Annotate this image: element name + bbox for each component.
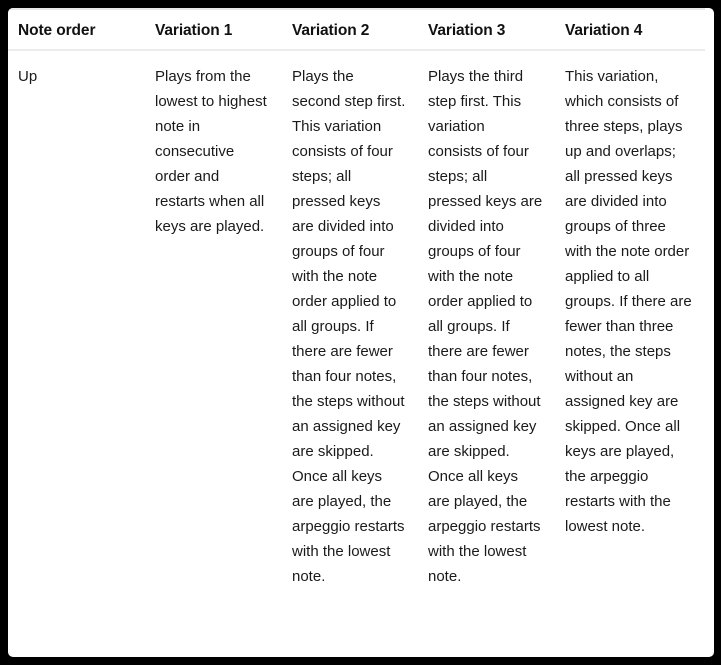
column-header-variation-1: Variation 1 (145, 8, 282, 51)
cell-variation-3: Plays the third step first. This variati… (418, 50, 555, 599)
column-header-variation-2: Variation 2 (282, 8, 418, 51)
screenshot-frame: Note order Variation 1 Variation 2 Varia… (0, 0, 721, 665)
note-order-variations-table: Note order Variation 1 Variation 2 Varia… (8, 8, 705, 599)
column-header-variation-3: Variation 3 (418, 8, 555, 51)
table-body: Up Plays from the lowest to highest note… (8, 50, 705, 599)
cell-variation-4: This variation, which consists of three … (555, 50, 705, 599)
table-header: Note order Variation 1 Variation 2 Varia… (8, 8, 705, 51)
cell-variation-1: Plays from the lowest to highest note in… (145, 50, 282, 599)
table-card: Note order Variation 1 Variation 2 Varia… (8, 8, 714, 657)
table-row: Up Plays from the lowest to highest note… (8, 50, 705, 599)
table-header-row: Note order Variation 1 Variation 2 Varia… (8, 8, 705, 51)
cell-note-order: Up (8, 50, 145, 599)
column-header-variation-4: Variation 4 (555, 8, 705, 51)
column-header-note-order: Note order (8, 8, 145, 51)
cell-variation-2: Plays the second step first. This variat… (282, 50, 418, 599)
